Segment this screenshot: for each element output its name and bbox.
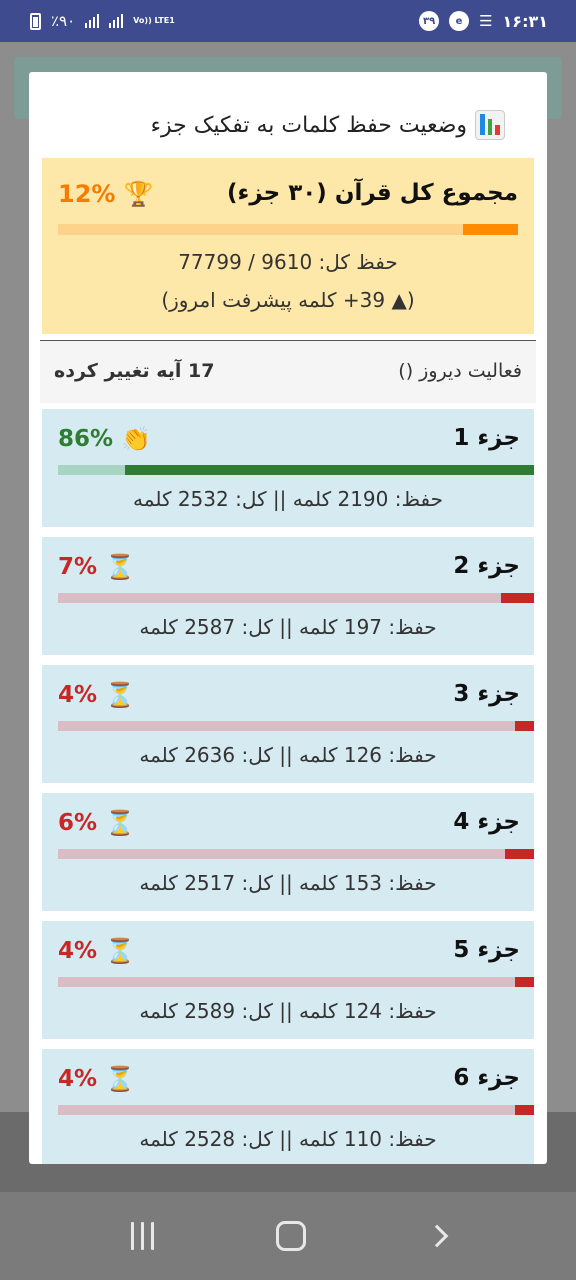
- signal-icon: [85, 14, 100, 28]
- clock: ۱۶:۳۱: [502, 11, 548, 31]
- back-icon[interactable]: [425, 1224, 449, 1248]
- juz-card[interactable]: جزء 6 4% ⏳ حفظ: 110 کلمه || کل: 2528 کلمه: [42, 1049, 534, 1164]
- juz-name: جزء 5: [453, 937, 520, 963]
- home-icon[interactable]: [276, 1221, 307, 1251]
- juz-card[interactable]: جزء 5 4% ⏳ حفظ: 124 کلمه || کل: 2589 کلمه: [42, 921, 534, 1039]
- juz-percent: 4% ⏳: [58, 1065, 135, 1093]
- dialog-title: وضعیت حفظ کلمات به تفکیک جزء: [151, 110, 505, 140]
- total-progress-bar: [58, 224, 518, 235]
- list-icon: ☰: [479, 12, 493, 30]
- juz-progress-dialog: وضعیت حفظ کلمات به تفکیک جزء مجموع کل قر…: [29, 72, 547, 1164]
- juz-name: جزء 1: [453, 425, 520, 451]
- juz-stats: حفظ: 110 کلمه || کل: 2528 کلمه: [139, 1127, 437, 1151]
- hourglass-icon: ⏳: [105, 937, 135, 965]
- juz-progress-fill: [514, 1105, 534, 1115]
- juz-name: جزء 3: [453, 681, 520, 707]
- juz-card[interactable]: جزء 4 6% ⏳ حفظ: 153 کلمه || کل: 2517 کلمه: [42, 793, 534, 911]
- juz-name: جزء 6: [453, 1065, 520, 1091]
- juz-progress-bar: [58, 721, 534, 731]
- juz-card[interactable]: جزء 2 7% ⏳ حفظ: 197 کلمه || کل: 2587 کلمه: [42, 537, 534, 655]
- battery-icon: [30, 12, 41, 30]
- clapping-hands-icon: 👏: [121, 425, 151, 453]
- battery-level: ٪۹۰: [51, 12, 76, 30]
- juz-percent-label: 86%: [58, 426, 114, 452]
- status-bar: ٪۹۰ Vo)) LTE1 ۳۹ e ☰ ۱۶:۳۱: [0, 0, 576, 42]
- juz-progress-fill: [124, 465, 534, 475]
- juz-progress-fill: [505, 849, 534, 859]
- juz-percent-label: 4%: [58, 682, 98, 708]
- total-today-progress: (▲ 39+ کلمه پیشرفت امروز): [161, 288, 415, 312]
- juz-progress-bar: [58, 849, 534, 859]
- juz-progress-bar: [58, 1105, 534, 1115]
- juz-progress-fill: [514, 721, 534, 731]
- juz-percent-label: 4%: [58, 938, 98, 964]
- juz-card[interactable]: جزء 3 4% ⏳ حفظ: 126 کلمه || کل: 2636 کلمه: [42, 665, 534, 783]
- juz-stats: حفظ: 124 کلمه || کل: 2589 کلمه: [139, 999, 437, 1023]
- total-percent-label: 12%: [58, 180, 116, 208]
- juz-percent: 4% ⏳: [58, 937, 135, 965]
- juz-percent: 4% ⏳: [58, 681, 135, 709]
- dialog-title-text: وضعیت حفظ کلمات به تفکیک جزء: [150, 112, 467, 138]
- bar-chart-icon: [475, 110, 505, 140]
- juz-percent: 7% ⏳: [58, 553, 135, 581]
- juz-name: جزء 2: [453, 553, 520, 579]
- juz-percent-label: 6%: [58, 810, 98, 836]
- status-left: ٪۹۰ Vo)) LTE1: [30, 12, 175, 30]
- notification-badge: ۳۹: [419, 11, 440, 31]
- hourglass-icon: ⏳: [105, 681, 135, 709]
- juz-stats: حفظ: 2190 کلمه || کل: 2532 کلمه: [133, 487, 443, 511]
- total-memorized: حفظ کل: 9610 / 77799: [178, 250, 398, 274]
- juz-percent: 6% ⏳: [58, 809, 135, 837]
- juz-percent-label: 7%: [58, 554, 98, 580]
- total-percent: 12% 🏆: [58, 180, 153, 208]
- navigation-bar: [0, 1192, 576, 1280]
- juz-stats: حفظ: 197 کلمه || کل: 2587 کلمه: [139, 615, 437, 639]
- juz-name: جزء 4: [453, 809, 520, 835]
- total-progress-fill: [462, 224, 518, 235]
- activity-label: فعالیت دیروز (): [398, 360, 522, 382]
- signal-icon-2: [109, 14, 124, 28]
- juz-progress-bar: [58, 465, 534, 475]
- hourglass-icon: ⏳: [105, 1065, 135, 1093]
- juz-progress-bar: [58, 977, 534, 987]
- app-notification-icon: e: [449, 11, 470, 31]
- juz-stats: حفظ: 126 کلمه || کل: 2636 کلمه: [139, 743, 437, 767]
- juz-progress-fill: [500, 593, 534, 603]
- trophy-icon: 🏆: [123, 180, 154, 208]
- juz-percent-label: 4%: [58, 1066, 98, 1092]
- total-title: مجموع کل قرآن (۳۰ جزء): [227, 180, 518, 206]
- juz-progress-fill: [514, 977, 534, 987]
- recent-apps-icon[interactable]: [131, 1222, 155, 1250]
- quran-total-card: مجموع کل قرآن (۳۰ جزء) 12% 🏆 حفظ کل: 961…: [42, 158, 534, 334]
- status-right: ۳۹ e ☰ ۱۶:۳۱: [419, 11, 548, 31]
- juz-percent: 86% 👏: [58, 425, 151, 453]
- hourglass-icon: ⏳: [105, 809, 135, 837]
- juz-stats: حفظ: 153 کلمه || کل: 2517 کلمه: [139, 871, 437, 895]
- activity-value: 17 آیه تغییر کرده: [54, 360, 215, 382]
- yesterday-activity-row: فعالیت دیروز () 17 آیه تغییر کرده: [40, 341, 536, 403]
- juz-progress-bar: [58, 593, 534, 603]
- volte-label: Vo)) LTE1: [133, 16, 175, 25]
- hourglass-icon: ⏳: [105, 553, 135, 581]
- juz-card[interactable]: جزء 1 86% 👏 حفظ: 2190 کلمه || کل: 2532 کلمه: [42, 409, 534, 527]
